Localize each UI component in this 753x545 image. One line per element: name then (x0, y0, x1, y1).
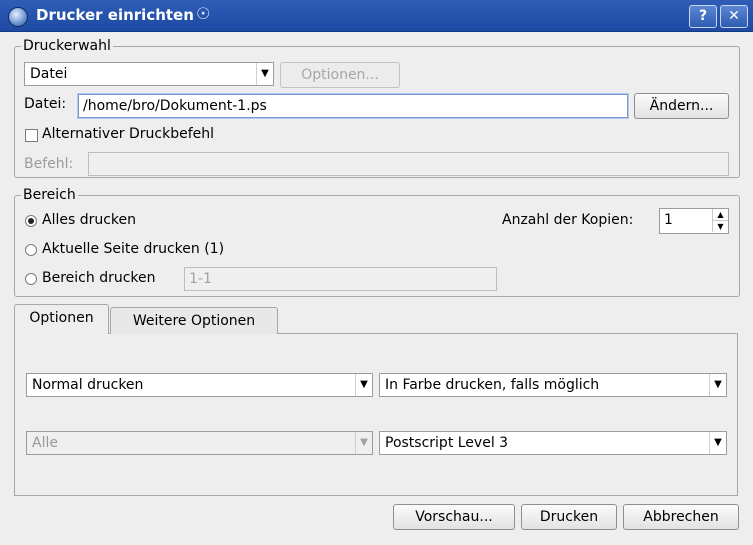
cancel-button[interactable]: Abbrechen (623, 504, 739, 530)
copies-spinbox[interactable]: 1 ▲ ▼ (659, 208, 729, 234)
close-button[interactable]: ✕ (720, 5, 748, 28)
spin-down-icon[interactable]: ▼ (712, 221, 728, 232)
postscript-level-select[interactable]: Postscript Level 3 ▼ (379, 431, 727, 455)
page-set-value: Alle (32, 435, 58, 451)
radio-current-page[interactable] (25, 244, 37, 256)
chevron-down-icon: ▼ (709, 374, 726, 396)
options-tab-panel (14, 333, 738, 496)
preview-button[interactable]: Vorschau... (393, 504, 515, 530)
help-button[interactable]: ? (689, 5, 717, 28)
alt-command-checkbox[interactable] (25, 129, 38, 142)
tab-more-options[interactable]: Weitere Optionen (110, 307, 278, 334)
printer-select-value: Datei (30, 66, 68, 82)
file-path-input[interactable]: /home/bro/Dokument-1.ps (78, 94, 628, 118)
print-mode-select[interactable]: Normal drucken ▼ (26, 373, 373, 397)
color-mode-value: In Farbe drucken, falls möglich (385, 377, 600, 393)
window-title: Drucker einrichten (36, 6, 194, 24)
command-input[interactable] (88, 152, 729, 176)
print-mode-value: Normal drucken (32, 377, 144, 393)
change-file-button[interactable]: Ändern... (634, 93, 729, 119)
app-icon (8, 7, 28, 27)
chevron-down-icon: ▼ (256, 63, 273, 85)
radio-page-range[interactable] (25, 273, 37, 285)
range-group-legend: Bereich (21, 187, 78, 203)
page-range-input[interactable]: 1-1 (184, 267, 497, 291)
printer-select[interactable]: Datei ▼ (24, 62, 274, 86)
file-label: Datei: (24, 96, 67, 112)
all-pages-label: Alles drucken (42, 212, 137, 228)
page-range-label: Bereich drucken (42, 270, 156, 286)
alt-command-label: Alternativer Druckbefehl (42, 126, 215, 142)
radio-all-pages[interactable] (25, 215, 37, 227)
chevron-down-icon: ▼ (355, 374, 372, 396)
current-page-label: Aktuelle Seite drucken (1) (42, 241, 225, 257)
printer-group-legend: Druckerwahl (21, 38, 113, 54)
print-button[interactable]: Drucken (521, 504, 617, 530)
page-set-select[interactable]: Alle ▼ (26, 431, 373, 455)
chevron-down-icon: ▼ (355, 432, 372, 454)
chevron-down-icon: ▼ (709, 432, 726, 454)
printer-options-button[interactable]: Optionen... (280, 62, 400, 88)
copies-label: Anzahl der Kopien: (502, 212, 634, 228)
command-label: Befehl: (24, 156, 74, 172)
tab-options[interactable]: Optionen (14, 304, 109, 334)
spin-up-icon[interactable]: ▲ (712, 209, 728, 221)
postscript-level-value: Postscript Level 3 (385, 435, 509, 451)
color-mode-select[interactable]: In Farbe drucken, falls möglich ▼ (379, 373, 727, 397)
title-bar[interactable]: Drucker einrichten ☉ ? ✕ (0, 0, 753, 32)
copies-value: 1 (664, 212, 673, 228)
swirl-icon: ☉ (196, 4, 211, 23)
